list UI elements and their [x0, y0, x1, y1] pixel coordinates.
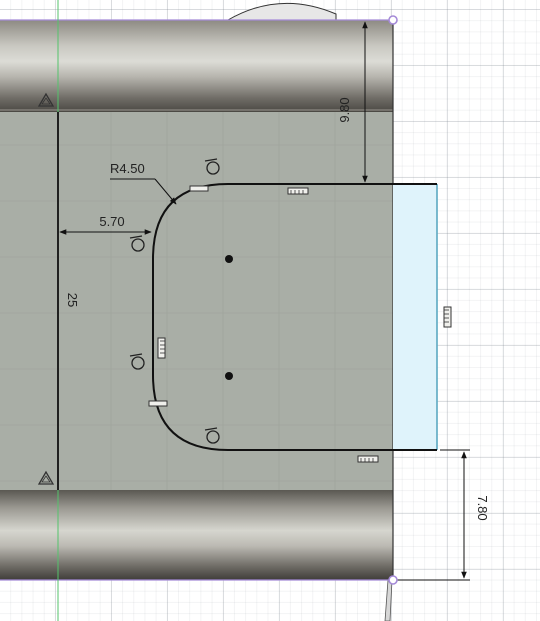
- sketch-canvas[interactable]: 5.70 25 R4.50 9.80 7.80: [0, 0, 540, 621]
- dimension-bottom-gap-label[interactable]: 7.80: [475, 495, 490, 520]
- corner-point-bottom[interactable]: [388, 575, 398, 585]
- background-body-top: [226, 2, 337, 21]
- top-rail[interactable]: [0, 20, 393, 112]
- horizontal-constraint-icon[interactable]: [189, 185, 209, 192]
- center-point-lower[interactable]: [225, 372, 233, 380]
- vertical-constraint-icon[interactable]: [443, 306, 452, 328]
- selected-profile-region[interactable]: [393, 184, 437, 450]
- dimension-height-label[interactable]: 25: [65, 293, 80, 307]
- dimension-radius-label[interactable]: R4.50: [110, 161, 145, 176]
- center-point-upper[interactable]: [225, 255, 233, 263]
- dimension-offset-label[interactable]: 5.70: [99, 214, 124, 229]
- horizontal-constraint-icon[interactable]: [357, 455, 379, 463]
- horizontal-constraint-icon[interactable]: [148, 400, 168, 407]
- dimension-top-gap-label[interactable]: 9.80: [337, 97, 352, 122]
- corner-point-top[interactable]: [388, 15, 398, 25]
- sketch-region[interactable]: [0, 112, 393, 490]
- horizontal-constraint-icon[interactable]: [287, 187, 309, 195]
- bottom-rail[interactable]: [0, 490, 393, 580]
- background-body-bottom: [384, 579, 393, 621]
- vertical-constraint-icon[interactable]: [157, 337, 166, 359]
